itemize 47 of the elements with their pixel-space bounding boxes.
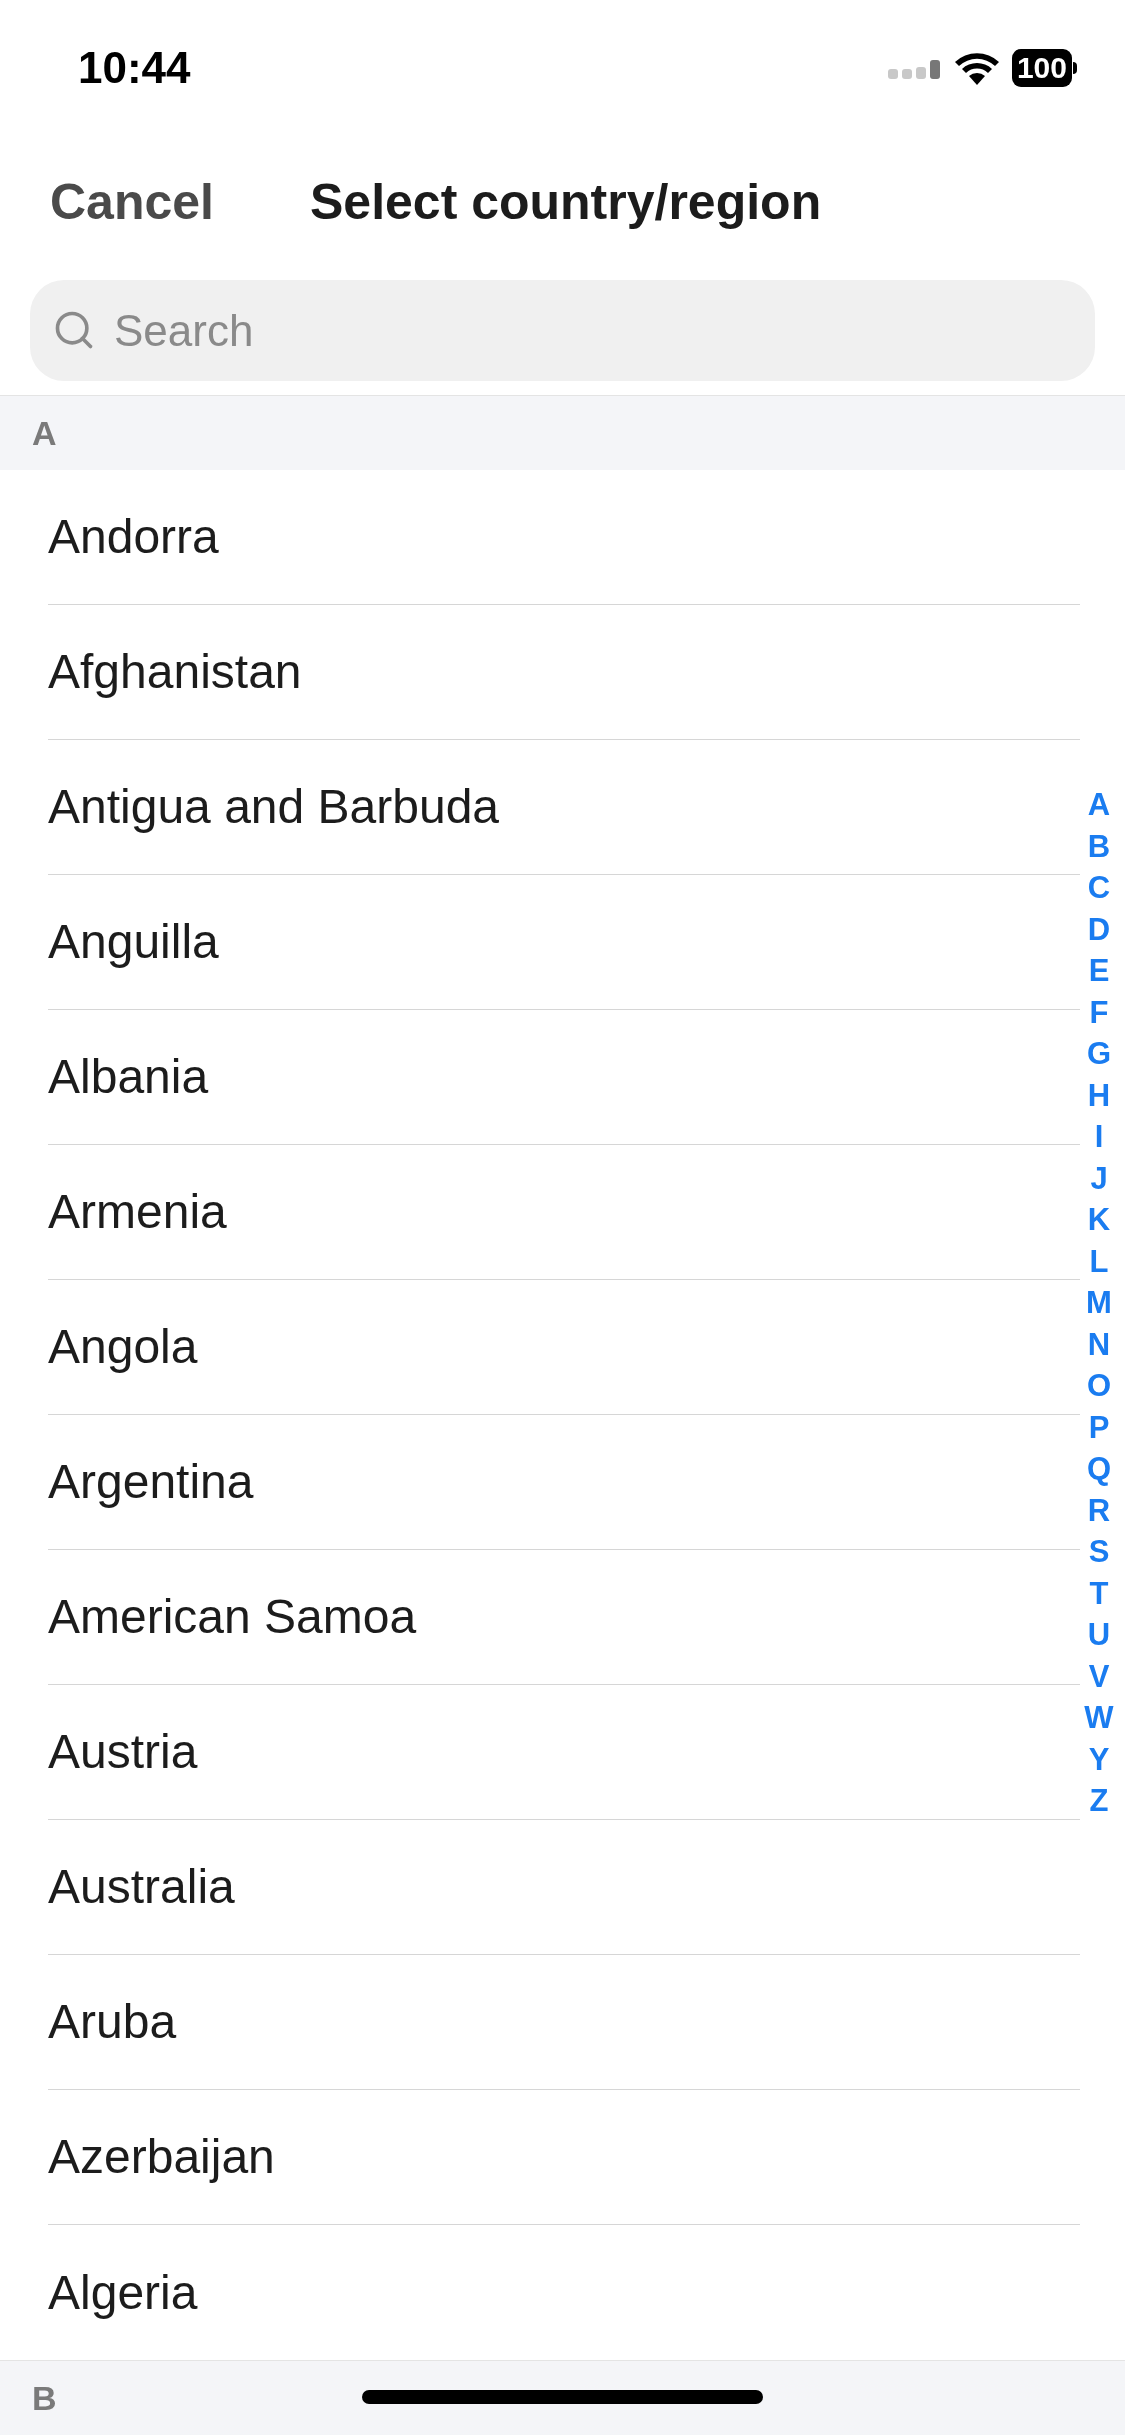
cancel-button[interactable]: Cancel: [50, 165, 214, 240]
index-letter[interactable]: U: [1087, 1614, 1111, 1656]
index-letter[interactable]: T: [1089, 1572, 1109, 1614]
index-letter[interactable]: W: [1084, 1697, 1114, 1739]
index-letter[interactable]: E: [1088, 950, 1110, 992]
country-row[interactable]: Australia: [48, 1820, 1080, 1955]
index-letter[interactable]: S: [1088, 1531, 1110, 1573]
index-letter[interactable]: I: [1094, 1116, 1104, 1158]
section-header: B: [0, 2360, 1125, 2435]
country-row[interactable]: Argentina: [48, 1415, 1080, 1550]
index-letter[interactable]: H: [1087, 1074, 1111, 1116]
index-letter[interactable]: Z: [1089, 1780, 1109, 1822]
country-row[interactable]: Angola: [48, 1280, 1080, 1415]
country-row[interactable]: Austria: [48, 1685, 1080, 1820]
country-row[interactable]: Afghanistan: [48, 605, 1080, 740]
index-letter[interactable]: G: [1086, 1033, 1112, 1075]
country-row[interactable]: Andorra: [48, 470, 1080, 605]
search-field[interactable]: Search: [30, 280, 1095, 381]
index-letter[interactable]: O: [1086, 1365, 1112, 1407]
country-row[interactable]: Anguilla: [48, 875, 1080, 1010]
section-header: A: [0, 395, 1125, 470]
status-time: 10:44: [78, 41, 191, 94]
index-letter[interactable]: L: [1089, 1240, 1109, 1282]
battery-level: 100: [1011, 48, 1072, 87]
index-letter[interactable]: B: [1087, 825, 1111, 867]
index-letter[interactable]: A: [1087, 784, 1111, 826]
wifi-icon: [953, 50, 1000, 85]
index-letter[interactable]: P: [1088, 1406, 1110, 1448]
index-letter[interactable]: V: [1088, 1655, 1110, 1697]
index-letter[interactable]: C: [1087, 867, 1111, 909]
country-row[interactable]: Algeria: [48, 2225, 1080, 2360]
index-letter[interactable]: J: [1090, 1157, 1108, 1199]
index-letter[interactable]: R: [1087, 1489, 1111, 1531]
index-letter[interactable]: K: [1087, 1199, 1111, 1241]
country-row[interactable]: Antigua and Barbuda: [48, 740, 1080, 875]
country-row[interactable]: Aruba: [48, 1955, 1080, 2090]
index-letter[interactable]: N: [1087, 1323, 1111, 1365]
country-row[interactable]: Albania: [48, 1010, 1080, 1145]
index-letter[interactable]: M: [1086, 1282, 1112, 1324]
country-row[interactable]: American Samoa: [48, 1550, 1080, 1685]
index-letter[interactable]: D: [1087, 908, 1111, 950]
country-row[interactable]: Azerbaijan: [48, 2090, 1080, 2225]
index-letter[interactable]: Y: [1088, 1738, 1110, 1780]
country-row[interactable]: Armenia: [48, 1145, 1080, 1280]
screen-title: Select country/region: [309, 173, 822, 232]
index-letter[interactable]: F: [1089, 991, 1109, 1033]
index-letter[interactable]: Q: [1086, 1448, 1112, 1490]
